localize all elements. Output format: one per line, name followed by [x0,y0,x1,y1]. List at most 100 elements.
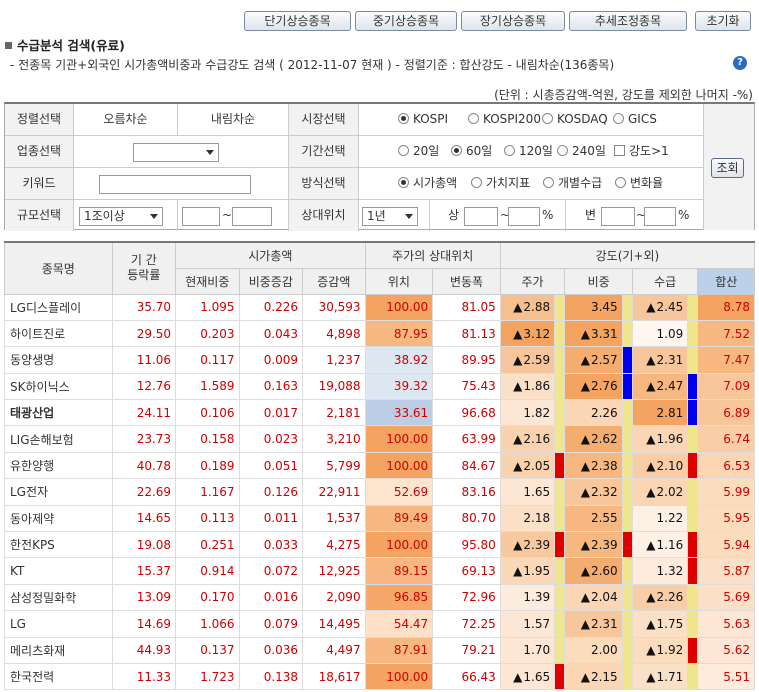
strength-weight: ▲2.39 [564,531,623,559]
unit-note: (단위 : 시총증감액-억원, 강도를 제외한 나머지 -%) [494,88,753,102]
strength-supply-bar [687,399,699,427]
strength-weight: ▲2.57 [564,346,623,374]
mcap-current: 1.723 [175,662,240,691]
col-rel-pos[interactable]: 위치 [364,267,434,295]
upper-max-input[interactable] [508,207,540,226]
stock-name[interactable]: LG디스플레이 [4,293,113,321]
strength-price-bar [554,583,566,612]
stock-name[interactable]: 한전KPS [4,531,113,559]
trend-adjust-button[interactable]: 추세조정종목 [569,11,687,31]
mid-term-rise-button[interactable]: 중기상승종목 [355,11,457,31]
stock-name[interactable]: 유한양행 [4,451,113,480]
strength-supply-bar [687,662,699,691]
strength-checkbox[interactable]: 강도>1 [614,136,669,167]
lookup-button[interactable]: 조회 [711,158,744,178]
col-str-supply[interactable]: 수급 [631,267,699,295]
market-gics[interactable]: GICS [613,104,657,135]
col-str-sum[interactable]: 합산 [697,267,755,295]
period-return: 24.11 [111,399,177,427]
up-arrow-icon: ▲ [580,564,590,579]
table-row[interactable]: 메리츠화재 44.93 0.137 0.036 4,497 87.91 79.21 1.70 2… [4,636,755,664]
method-change[interactable]: 변화율 [615,168,663,199]
col-mcap-amt[interactable]: 증감액 [302,267,366,295]
period-options: 20일 60일 120일 240일 강도>1 [398,136,703,167]
strength-sum: 5.87 [697,557,755,585]
stock-name[interactable]: 메리츠화재 [4,636,113,664]
stock-name[interactable]: SK하이닉스 [4,372,113,401]
change-min-input[interactable] [601,207,635,226]
sort-asc[interactable]: 오름차순 [74,104,177,135]
col-mcap-cur[interactable]: 현재비중 [175,267,240,295]
table-row[interactable]: 태광산업 24.11 0.106 0.017 2,181 33.61 96.68 1.82 2.… [4,399,755,427]
size-min-input[interactable] [182,207,220,226]
table-row[interactable]: LG 14.69 1.066 0.079 14,495 54.47 72.25 1.57 ▲2.… [4,610,755,638]
sort-desc[interactable]: 내림차순 [178,104,288,135]
stock-name[interactable]: LIG손해보험 [4,425,113,453]
table-row[interactable]: KT 15.37 0.914 0.072 12,925 89.15 69.13 ▲1.95 ▲2… [4,557,755,585]
long-term-rise-button[interactable]: 장기상승종목 [461,11,565,31]
col-str-weight[interactable]: 비중 [564,267,633,295]
strength-sum: 6.89 [697,399,755,427]
table-row[interactable]: 동양생명 11.06 0.117 0.009 1,237 38.92 89.95 ▲2.59 ▲… [4,346,755,374]
stock-name[interactable]: LG [4,610,113,638]
period-60[interactable]: 60일 [451,136,492,167]
help-icon[interactable]: ? [733,56,747,70]
mcap-change: 0.009 [238,346,304,374]
period-240[interactable]: 240일 [557,136,606,167]
period-return: 35.70 [111,293,177,321]
table-row[interactable]: SK하이닉스 12.76 1.589 0.163 19,088 39.32 75.43 ▲1.… [4,372,755,401]
table-row[interactable]: LG전자 22.69 1.167 0.126 22,911 52.69 83.16 1.65 ▲… [4,478,755,506]
strength-weight: 2.55 [564,504,623,533]
strength-sum: 5.69 [697,583,755,612]
stock-name[interactable]: 동아제약 [4,504,113,533]
table-row[interactable]: 한국전력 11.33 1.723 0.138 18,617 100.00 66.43 ▲1.6… [4,662,755,691]
relpos-select[interactable]: 1년 [362,207,418,226]
radio-checked-icon [398,113,409,124]
table-row[interactable]: 한전KPS 19.08 0.251 0.033 4,275 100.00 95.80 ▲2.3… [4,531,755,559]
col-str-price[interactable]: 주가 [499,267,566,295]
market-kosdaq[interactable]: KOSDAQ [542,104,608,135]
table-row[interactable]: 동아제약 14.65 0.113 0.011 1,537 89.49 80.70 2.18 2.… [4,504,755,533]
size-select[interactable]: 1조이상 [79,207,163,226]
stock-name[interactable]: 삼성정밀화학 [4,583,113,612]
period-20[interactable]: 20일 [398,136,439,167]
stock-name[interactable]: 태광산업 [4,399,113,427]
radio-checked-icon [398,177,409,188]
reset-button[interactable]: 초기화 [695,11,751,31]
method-value[interactable]: 가치지표 [471,168,530,199]
market-kospi[interactable]: KOSPI [398,104,448,135]
upper-min-input[interactable] [464,207,498,226]
period-120[interactable]: 120일 [504,136,553,167]
industry-select[interactable] [133,143,219,162]
strength-weight: ▲2.60 [564,557,623,585]
col-rel-var[interactable]: 변동폭 [432,267,501,295]
method-supply[interactable]: 개별수급 [543,168,602,199]
strength-price: 1.82 [499,399,556,427]
stock-name[interactable]: 동양생명 [4,346,113,374]
strength-weight: ▲2.04 [564,583,623,612]
rel-position: 87.91 [364,636,434,664]
method-mcap[interactable]: 시가총액 [398,168,457,199]
stock-name[interactable]: 한국전력 [4,662,113,691]
col-mcap-chg[interactable]: 비중증감 [238,267,304,295]
stock-name[interactable]: KT [4,557,113,585]
size-max-input[interactable] [232,207,272,226]
table-row[interactable]: LIG손해보험 23.73 0.158 0.023 3,210 100.00 63.99 ▲2… [4,425,755,453]
strength-price-bar [554,531,566,559]
strength-price: ▲1.65 [499,662,556,691]
up-arrow-icon: ▲ [646,432,656,447]
radio-icon [613,113,624,124]
stock-name[interactable]: LG전자 [4,478,113,506]
stock-name[interactable]: 하이트진로 [4,319,113,348]
table-row[interactable]: LG디스플레이 35.70 1.095 0.226 30,593 100.00 81.05 ▲… [4,293,755,321]
strength-supply-bar [687,372,699,401]
table-row[interactable]: 유한양행 40.78 0.189 0.051 5,799 100.00 84.67 ▲2.05… [4,451,755,480]
change-max-input[interactable] [644,207,676,226]
market-kospi200[interactable]: KOSPI200 [468,104,541,135]
table-row[interactable]: 하이트진로 29.50 0.203 0.043 4,898 87.95 81.13 ▲3.12… [4,319,755,348]
strength-sum: 5.95 [697,504,755,533]
strength-sum: 6.53 [697,451,755,480]
short-term-rise-button[interactable]: 단기상승종목 [244,11,351,31]
keyword-input[interactable] [99,175,251,194]
table-row[interactable]: 삼성정밀화학 13.09 0.170 0.016 2,090 96.85 72.96 1.39… [4,583,755,612]
